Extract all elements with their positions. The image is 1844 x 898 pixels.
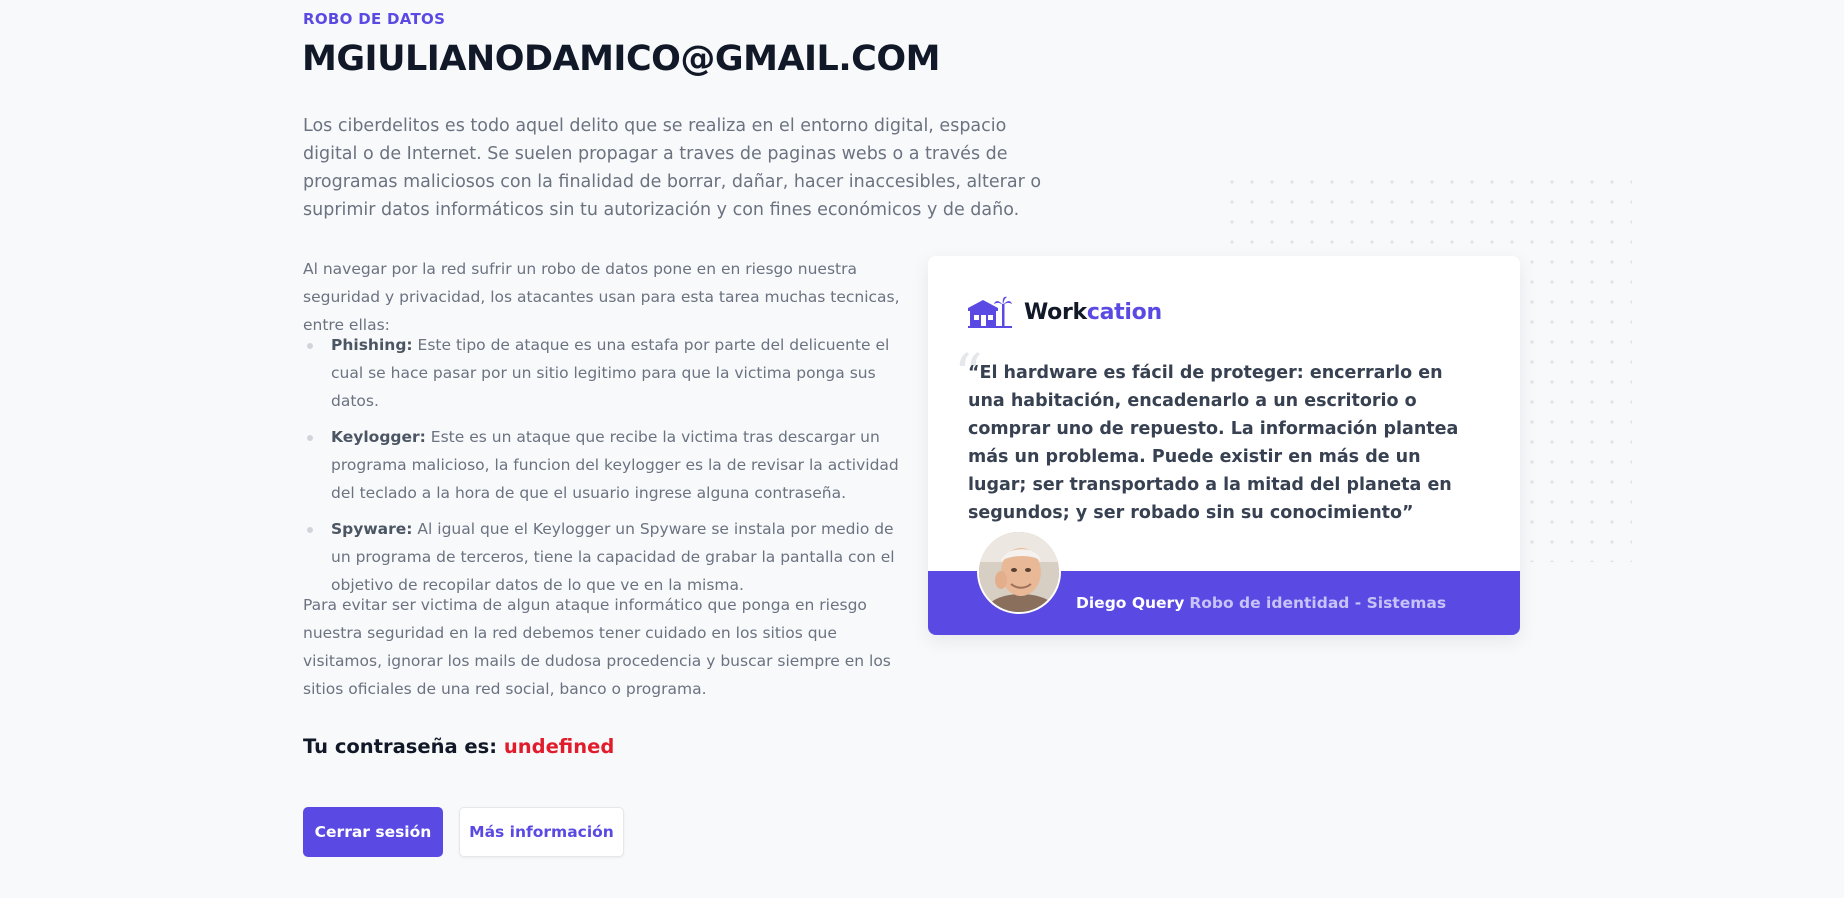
password-line: Tu contraseña es: undefined xyxy=(303,735,614,758)
author-role: Robo de identidad - Sistemas xyxy=(1189,594,1447,612)
testimonial-quote: “El hardware es fácil de proteger: encer… xyxy=(968,363,1459,523)
quote-text: El hardware es fácil de proteger: encerr… xyxy=(968,363,1459,523)
avatar-portrait xyxy=(979,532,1059,612)
attack-list: Phishing: Este tipo de ataque es una est… xyxy=(303,331,903,607)
author-name: Diego Query xyxy=(1076,594,1185,612)
list-item: Phishing: Este tipo de ataque es una est… xyxy=(303,331,903,415)
bullet-icon xyxy=(307,527,313,533)
workcation-logo-icon xyxy=(968,296,1012,328)
page-title: MGIULIANODAMICO@GMAIL.COM xyxy=(302,39,940,79)
brand-name-part2: cation xyxy=(1086,299,1162,325)
bullet-icon xyxy=(307,435,313,441)
intro-paragraph: Los ciberdelitos es todo aquel delito qu… xyxy=(303,116,1042,220)
attack-term: Phishing: xyxy=(331,336,413,354)
attack-term: Spyware: xyxy=(331,520,413,538)
avatar xyxy=(977,530,1061,614)
author-info: Diego Query Robo de identidad - Sistemas xyxy=(1076,571,1446,635)
logout-button[interactable]: Cerrar sesión xyxy=(303,807,443,857)
techniques-intro: Al navegar por la red sufrir un robo de … xyxy=(303,260,900,334)
attack-term: Keylogger: xyxy=(331,428,426,446)
more-info-button[interactable]: Más información xyxy=(459,807,624,857)
brand-name-part1: Work xyxy=(1024,299,1087,325)
attack-description: Al igual que el Keylogger un Spyware se … xyxy=(331,520,895,594)
list-item: Keylogger: Este es un ataque que recibe … xyxy=(303,423,903,507)
brand-name: Workcation xyxy=(1024,300,1162,325)
list-item: Spyware: Al igual que el Keylogger un Sp… xyxy=(303,515,903,599)
section-eyebrow: ROBO DE DATOS xyxy=(303,10,446,28)
bullet-icon xyxy=(307,343,313,349)
testimonial-card: Workcation “ “El hardware es fácil de pr… xyxy=(928,256,1520,635)
brand-logo: Workcation xyxy=(968,296,1162,328)
password-value: undefined xyxy=(503,735,615,758)
password-label: Tu contraseña es: xyxy=(303,735,504,758)
attack-description: Este tipo de ataque es una estafa por pa… xyxy=(331,336,890,410)
prevention-paragraph: Para evitar ser victima de algun ataque … xyxy=(303,596,891,698)
